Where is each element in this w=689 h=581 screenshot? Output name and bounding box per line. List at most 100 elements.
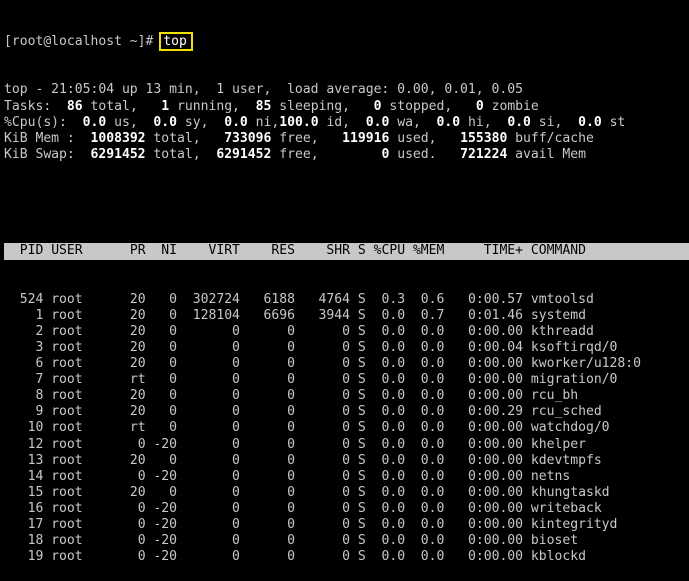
summary-label: zombie [483, 98, 539, 114]
cell-pid: 17 [4, 517, 44, 532]
summary-value: 155380 [460, 130, 508, 146]
cell-command: kdevtmpfs [523, 452, 602, 468]
cell-res: 0 [239, 517, 295, 532]
summary-label: total, [145, 146, 217, 162]
cell-mem: 0.0 [405, 356, 445, 372]
cell-state: S [350, 243, 366, 259]
cell-shr: 0 [294, 484, 351, 500]
cell-time: 0:00.00 [444, 452, 524, 468]
cell-mem: 0.0 [405, 484, 445, 500]
summary-label: si, [530, 114, 579, 130]
cell-user: USER [43, 243, 122, 259]
cell-time: 0:00.00 [444, 533, 524, 549]
cell-user: root [43, 533, 122, 549]
process-row: 17 root 0 -20 0 0 0 S 0.0 0.0 0:00.00 ki… [4, 517, 689, 533]
process-row: 524 root 20 0 302724 6188 4764 S 0.3 0.6… [4, 292, 689, 308]
cell-virt: 0 [177, 388, 240, 404]
cell-cpu: 0.0 [365, 517, 406, 532]
cell-mem: 0.6 [405, 291, 445, 307]
cell-res: 0 [239, 500, 295, 516]
cell-pr: 20 [121, 356, 146, 372]
summary-label: total, [82, 98, 162, 114]
cell-ni: 0 [145, 388, 178, 404]
cell-pr: 20 [121, 291, 146, 307]
cell-pr: 0 [121, 517, 146, 532]
cell-user: root [43, 420, 122, 436]
cell-pid: 7 [4, 372, 44, 388]
top-summary: top - 21:05:04 up 13 min, 1 user, load a… [4, 82, 689, 162]
summary-label: used, [389, 130, 461, 146]
summary-value: 0.0 [365, 114, 390, 130]
cell-pid: 15 [4, 484, 44, 500]
summary-label: sy, [177, 114, 225, 130]
cell-cpu: 0.0 [365, 484, 406, 500]
cell-ni: -20 [145, 436, 178, 452]
cell-virt: 0 [177, 517, 240, 532]
terminal[interactable]: [root@localhost ~]# top top - 21:05:04 u… [4, 2, 689, 581]
cell-command: migration/0 [523, 372, 618, 388]
summary-value: 0 [373, 98, 382, 114]
summary-value: 0.0 [82, 114, 107, 130]
summary-label: sleeping, [271, 98, 374, 114]
cell-state: S [350, 420, 366, 436]
cell-virt: 0 [177, 549, 240, 565]
cell-mem: %MEM [405, 243, 445, 259]
cell-command: COMMAND [523, 243, 586, 259]
cell-mem: 0.0 [405, 388, 445, 404]
cell-shr: 0 [294, 436, 351, 452]
summary-label: stopped, [381, 98, 476, 114]
cell-pr: 20 [121, 452, 146, 468]
cell-ni: -20 [145, 533, 178, 549]
cell-time: 0:00.00 [444, 549, 524, 565]
summary-label: KiB Swap: [4, 146, 91, 162]
cell-virt: 0 [177, 420, 240, 436]
cell-state: S [350, 339, 366, 355]
cell-shr: 3944 [294, 307, 351, 323]
cell-virt: 128104 [177, 307, 240, 323]
cell-state: S [350, 372, 366, 388]
summary-label: ni, [247, 114, 280, 130]
cell-cpu: 0.0 [365, 533, 406, 549]
cell-mem: 0.0 [405, 323, 445, 339]
summary-label: buff/cache [507, 130, 594, 146]
summary-label: %Cpu(s): [4, 114, 83, 130]
cell-time: 0:00.00 [444, 323, 524, 339]
cell-cpu: 0.0 [365, 452, 406, 468]
cell-shr: 0 [294, 372, 351, 388]
cell-user: root [43, 291, 122, 307]
cell-state: S [350, 500, 366, 516]
cell-virt: 302724 [177, 291, 240, 307]
summary-value: 0 [475, 98, 484, 114]
cell-state: S [350, 468, 366, 484]
cell-time: 0:00.57 [444, 291, 524, 307]
cell-virt: 0 [177, 452, 240, 468]
cell-command: writeback [523, 500, 602, 516]
cell-pr: 0 [121, 468, 146, 484]
cell-virt: 0 [177, 356, 240, 372]
cell-cpu: 0.0 [365, 323, 406, 339]
cell-res: 0 [239, 468, 295, 484]
summary-label: used. [389, 146, 461, 162]
cell-res: 0 [239, 372, 295, 388]
cell-virt: VIRT [177, 243, 240, 259]
process-row: 16 root 0 -20 0 0 0 S 0.0 0.0 0:00.00 wr… [4, 501, 689, 517]
summary-line: %Cpu(s): 0.0 us, 0.0 sy, 0.0 ni,100.0 id… [4, 115, 689, 131]
cell-state: S [350, 484, 366, 500]
cell-time: 0:00.00 [444, 356, 524, 372]
cell-cpu: 0.0 [365, 436, 406, 452]
summary-value: 0.0 [224, 114, 248, 130]
summary-label: st [601, 114, 626, 130]
summary-line: Tasks: 86 total, 1 running, 85 sleeping,… [4, 99, 689, 115]
cell-state: S [350, 549, 366, 565]
process-row: 14 root 0 -20 0 0 0 S 0.0 0.0 0:00.00 ne… [4, 469, 689, 485]
summary-value: 1 [161, 98, 170, 114]
cell-cpu: 0.0 [365, 372, 406, 388]
cell-user: root [43, 356, 122, 372]
cell-user: root [43, 517, 122, 532]
cell-pr: rt [121, 372, 146, 388]
cell-ni: -20 [145, 468, 178, 484]
summary-line: top - 21:05:04 up 13 min, 1 user, load a… [4, 82, 689, 98]
cell-pid: 14 [4, 468, 44, 484]
cell-command: khelper [523, 436, 586, 452]
